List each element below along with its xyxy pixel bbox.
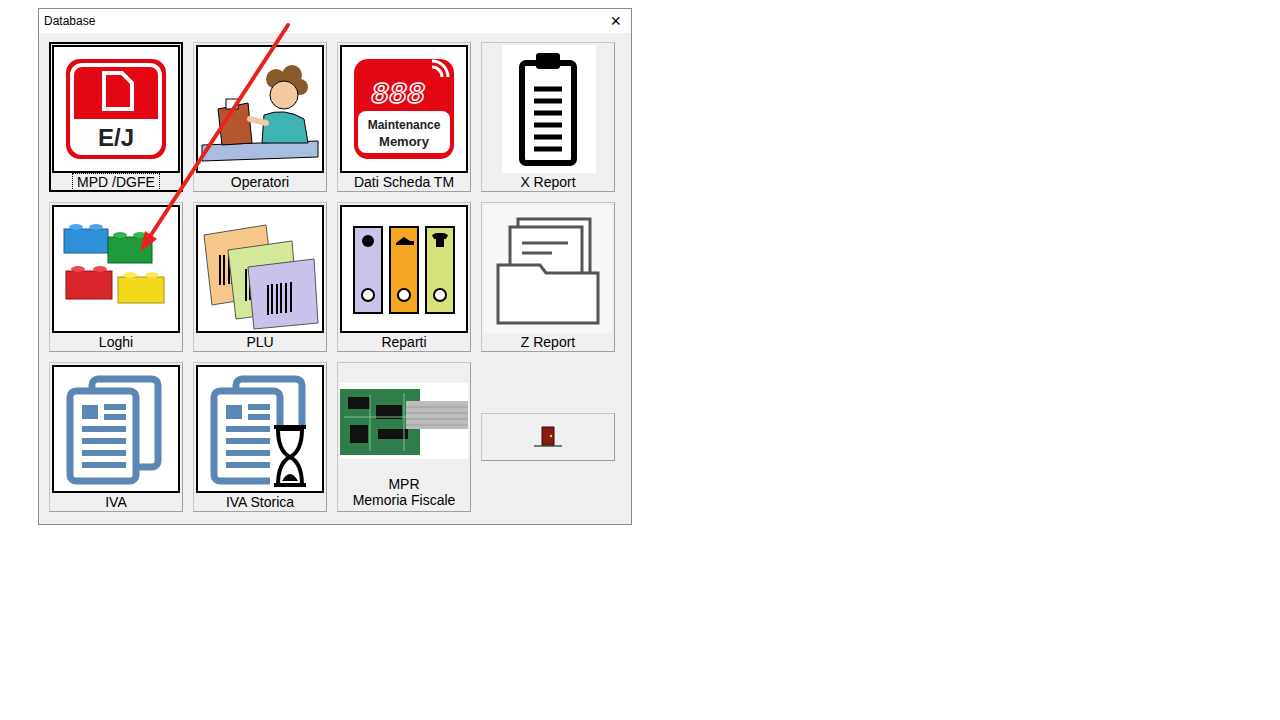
tile-label: IVA Storica <box>221 493 299 511</box>
tile-label: PLU <box>241 333 278 351</box>
tile-label: IVA <box>100 493 132 511</box>
database-window: Database × E/J MPD /DGFE Operatori 888 Mainten… <box>38 8 632 525</box>
barcode-cards-icon <box>196 205 324 333</box>
tile-button[interactable]: Operatori <box>193 42 327 192</box>
tile-button[interactable]: Z Report <box>481 202 615 352</box>
bricks-icon <box>52 205 180 333</box>
operator-icon <box>196 45 324 173</box>
tile-button[interactable]: 888 Maintenance Memory Dati Scheda TM <box>337 42 471 192</box>
tile-button[interactable]: Loghi <box>49 202 183 352</box>
desktop: Database × E/J MPD /DGFE Operatori 888 Mainten… <box>0 0 1280 720</box>
tile-label: Operatori <box>226 173 294 191</box>
tile-label: Reparti <box>376 333 431 351</box>
tile-button[interactable]: E/J MPD /DGFE <box>49 42 183 192</box>
maintenance-memory-icon: 888 Maintenance Memory <box>340 45 468 173</box>
tile-grid: E/J MPD /DGFE Operatori 888 Maintenance Memor… <box>39 33 631 524</box>
tile-button[interactable]: X Report <box>481 42 615 192</box>
close-button[interactable]: × <box>610 12 621 30</box>
documents-icon <box>52 365 180 493</box>
documents-hourglass-icon <box>196 365 324 493</box>
tile-label: Z Report <box>516 333 580 351</box>
title-bar: Database × <box>39 9 631 33</box>
svg-text:888: 888 <box>371 78 425 112</box>
tile-label: MPRMemoria Fiscale <box>348 475 461 509</box>
binders-icon <box>340 205 468 333</box>
tile-button[interactable]: IVA <box>49 362 183 512</box>
tile-label: Loghi <box>94 333 138 351</box>
door-icon <box>532 425 564 449</box>
svg-text:Maintenance: Maintenance <box>368 118 441 132</box>
clipboard-icon <box>484 45 612 173</box>
ej-card-icon: E/J <box>52 45 180 173</box>
tile-button[interactable]: MPRMemoria Fiscale <box>337 362 471 512</box>
tile-label: X Report <box>515 173 580 191</box>
svg-text:Memory: Memory <box>379 134 430 149</box>
annotation-arrow <box>0 0 1280 720</box>
folder-icon <box>484 205 612 333</box>
tile-button[interactable]: PLU <box>193 202 327 352</box>
window-title: Database <box>44 14 95 28</box>
tile-button[interactable]: Reparti <box>337 202 471 352</box>
circuit-board-icon <box>340 365 468 475</box>
tile-label: MPD /DGFE <box>72 173 160 191</box>
tile-button[interactable]: IVA Storica <box>193 362 327 512</box>
exit-button[interactable] <box>481 413 615 461</box>
tile-label: Dati Scheda TM <box>349 173 459 191</box>
svg-text:E/J: E/J <box>98 124 134 151</box>
